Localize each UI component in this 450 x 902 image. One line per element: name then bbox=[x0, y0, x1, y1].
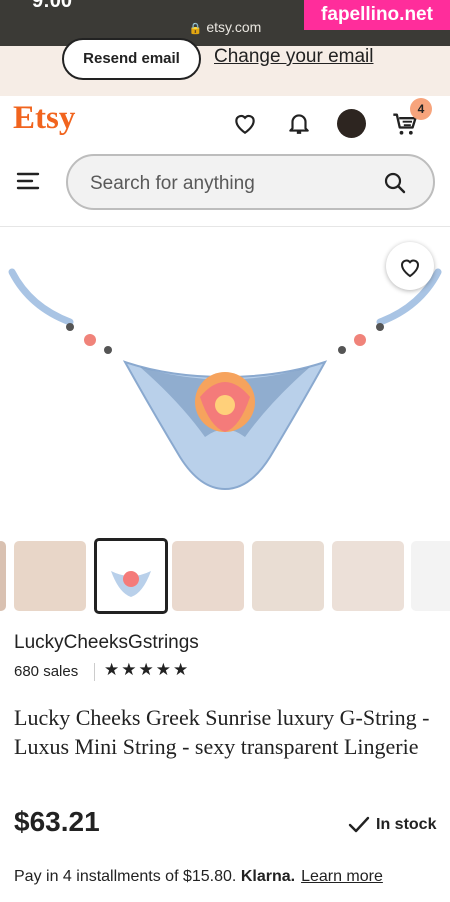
heart-icon[interactable] bbox=[232, 110, 258, 136]
thumbnail-strip[interactable] bbox=[0, 538, 450, 614]
avatar[interactable] bbox=[337, 109, 366, 138]
search-icon[interactable] bbox=[383, 171, 407, 195]
bell-icon[interactable] bbox=[286, 110, 312, 136]
rating-stars[interactable]: ★★★★★ bbox=[104, 660, 190, 680]
favorite-button[interactable] bbox=[386, 242, 434, 290]
sales-count: 680 sales bbox=[14, 663, 79, 680]
change-email-link[interactable]: Change your email bbox=[214, 46, 373, 68]
thumbnail-product-icon bbox=[111, 571, 151, 597]
installments-text: Pay in 4 installments of $15.80. bbox=[14, 868, 237, 885]
resend-email-button[interactable]: Resend email bbox=[62, 38, 201, 80]
lock-icon: 🔒 bbox=[188, 23, 203, 35]
installments-info: Pay in 4 installments of $15.80. Klarna.… bbox=[14, 868, 383, 886]
learn-more-link[interactable]: Learn more bbox=[301, 868, 383, 885]
product-image[interactable] bbox=[0, 227, 450, 525]
search-input[interactable]: Search for anything bbox=[66, 154, 435, 210]
thumbnail[interactable] bbox=[332, 541, 404, 611]
sales-divider bbox=[94, 663, 95, 681]
product-illustration bbox=[8, 268, 442, 491]
url-text: etsy.com bbox=[206, 19, 262, 35]
search-placeholder: Search for anything bbox=[90, 173, 255, 194]
etsy-logo[interactable]: Etsy bbox=[13, 100, 75, 137]
status-time: 9:00 bbox=[32, 0, 73, 12]
klarna-logo: Klarna. bbox=[240, 868, 296, 885]
thumbnail[interactable] bbox=[172, 541, 244, 611]
stock-status: In stock bbox=[376, 816, 437, 833]
thumbnail[interactable] bbox=[14, 541, 86, 611]
listing-title: Lucky Cheeks Greek Sunrise luxury G-Stri… bbox=[14, 705, 430, 759]
thumbnail[interactable] bbox=[0, 541, 6, 611]
shop-name-link[interactable]: LuckyCheeksGstrings bbox=[14, 632, 199, 654]
thumbnail-size-chart[interactable] bbox=[411, 541, 450, 611]
menu-icon[interactable] bbox=[16, 171, 40, 191]
thumbnail-selected[interactable] bbox=[94, 538, 168, 614]
heart-icon bbox=[400, 259, 420, 278]
thumbnail[interactable] bbox=[252, 541, 324, 611]
check-icon bbox=[348, 816, 370, 833]
watermark: fapellino.net bbox=[304, 0, 450, 30]
cart-count-badge: 4 bbox=[410, 98, 432, 120]
price: $63.21 bbox=[14, 806, 100, 837]
